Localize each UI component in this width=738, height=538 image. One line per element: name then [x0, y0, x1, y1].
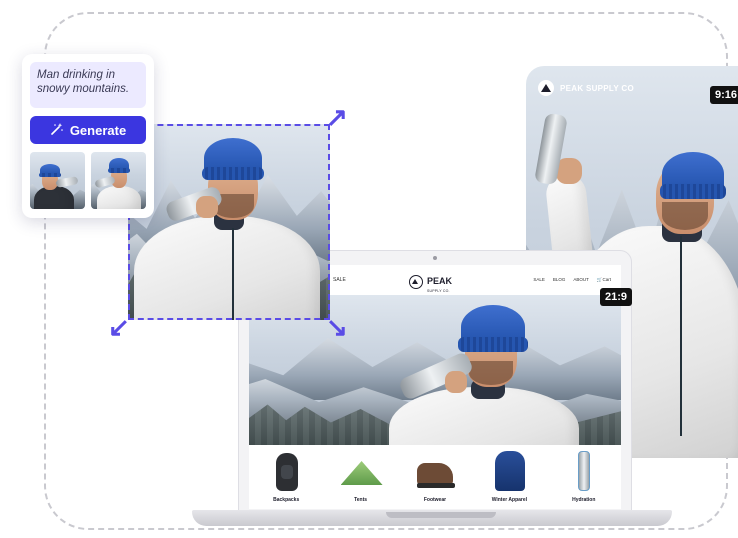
- category-label: Tents: [354, 497, 368, 503]
- nav-link-about[interactable]: ABOUT: [573, 277, 589, 283]
- category-label: Footwear: [423, 497, 447, 503]
- category-label: Winter Apparel: [491, 497, 528, 503]
- logo-subtext: SUPPLY CO.: [427, 289, 450, 293]
- mountain-logo-icon: [538, 80, 554, 96]
- water-bottle-icon: [564, 451, 604, 491]
- mountain-logo-icon: [409, 275, 423, 289]
- product-categories: Backpacks Tents Footwear Winter Apparel …: [249, 445, 621, 509]
- backpack-icon: [266, 451, 306, 491]
- ratio-badge-9-16: 9:16: [710, 86, 738, 104]
- category-hydration[interactable]: Hydration: [552, 451, 616, 503]
- phone-brand: PEAK SUPPLY CO: [560, 83, 635, 93]
- nav-link-sale-left[interactable]: SALE: [333, 277, 346, 283]
- category-label: Hydration: [572, 497, 596, 503]
- jacket-icon: [489, 451, 529, 491]
- logo-text: PEAK: [427, 276, 453, 286]
- tent-icon: [340, 451, 383, 491]
- category-winter-apparel[interactable]: Winter Apparel: [477, 451, 541, 503]
- resize-arrow-bottom-left-icon[interactable]: ↙: [108, 314, 130, 340]
- nav-link-blog[interactable]: BLOG: [553, 277, 566, 283]
- resize-arrow-top-right-icon[interactable]: ↗: [326, 104, 348, 130]
- category-label: Backpacks: [273, 497, 300, 503]
- laptop-notch: [386, 512, 496, 518]
- generate-button[interactable]: Generate: [30, 116, 146, 144]
- webcam-dot: [433, 256, 437, 260]
- nav-link-cart[interactable]: 🛒Cart: [597, 277, 611, 283]
- category-footwear[interactable]: Footwear: [403, 451, 467, 503]
- prompt-input[interactable]: Man drinking in snowy mountains.: [30, 62, 146, 108]
- category-tents[interactable]: Tents: [329, 451, 393, 503]
- thumbnail-variant-1[interactable]: [30, 152, 85, 209]
- generate-card: Man drinking in snowy mountains. Generat…: [22, 54, 154, 218]
- crop-selection-box[interactable]: [128, 124, 330, 320]
- boot-icon: [415, 451, 455, 491]
- site-logo[interactable]: PEAK SUPPLY CO.: [409, 271, 452, 293]
- nav-link-sale[interactable]: SALE: [533, 277, 545, 283]
- magic-wand-icon: [50, 122, 64, 139]
- thumbnail-variant-2[interactable]: [91, 152, 146, 209]
- resize-arrow-bottom-right-icon[interactable]: ↘: [326, 314, 348, 340]
- ratio-badge-21-9: 21:9: [600, 288, 633, 306]
- category-backpacks[interactable]: Backpacks: [254, 451, 318, 503]
- generate-label: Generate: [69, 122, 127, 138]
